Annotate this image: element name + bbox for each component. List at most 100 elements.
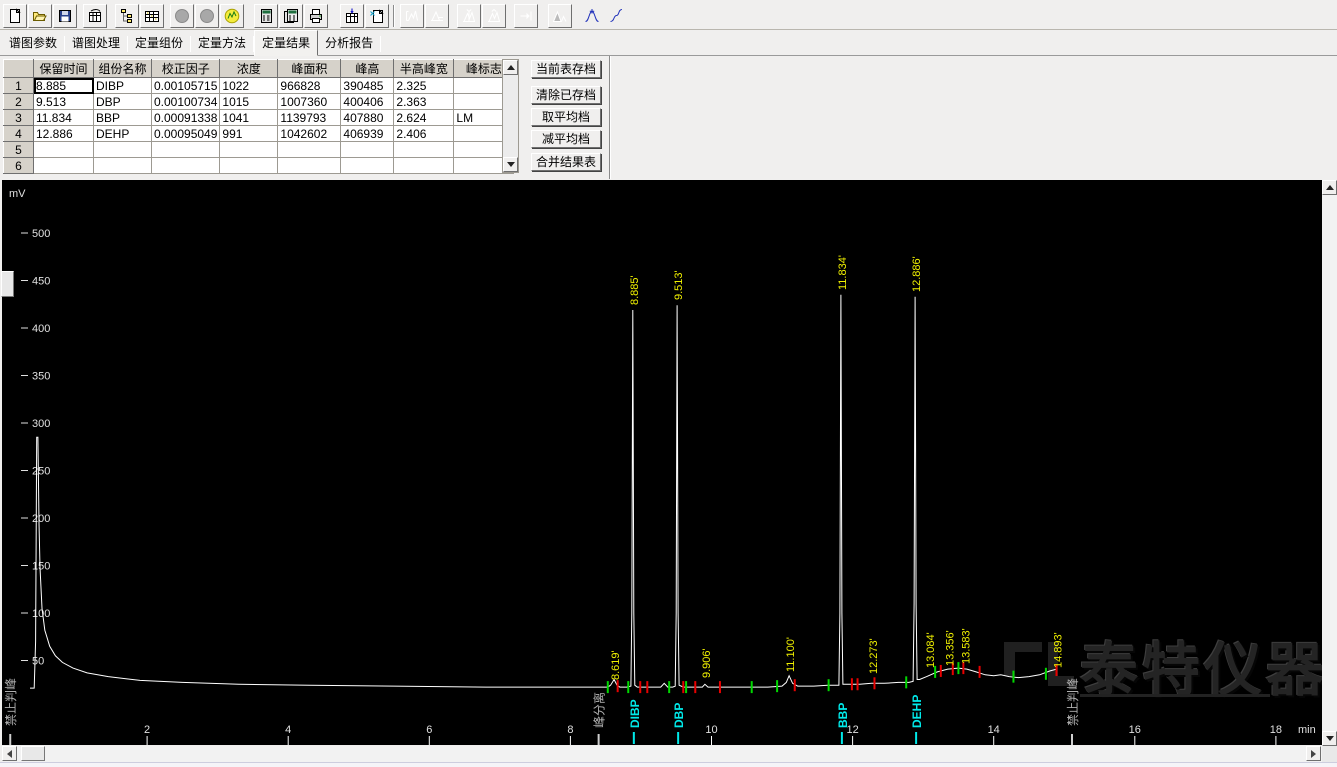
- cell-组份名称[interactable]: DIBP: [94, 78, 152, 94]
- cell-组份名称[interactable]: [94, 142, 152, 158]
- cell-校正因子[interactable]: [152, 158, 220, 174]
- row-number[interactable]: 5: [4, 142, 34, 158]
- plot-scroll-down-button[interactable]: [1322, 731, 1337, 746]
- tab-分析报告[interactable]: 分析报告: [318, 33, 380, 55]
- calc-result-button[interactable]: [254, 4, 278, 28]
- row-number[interactable]: 4: [4, 126, 34, 142]
- chromatogram-plot[interactable]: 泰特仪器泰特仪器泰特仪器mV50045040035030025020015010…: [2, 180, 1322, 745]
- plot-scroll-left-button[interactable]: [2, 746, 17, 761]
- cell-浓度[interactable]: [220, 142, 278, 158]
- cell-浓度[interactable]: 1041: [220, 110, 278, 126]
- cell-浓度[interactable]: [220, 158, 278, 174]
- table-scroll-up-button[interactable]: [503, 60, 518, 75]
- cell-组份名称[interactable]: BBP: [94, 110, 152, 126]
- save-file-button[interactable]: [53, 4, 77, 28]
- component-tree-button[interactable]: [115, 4, 139, 28]
- cell-保留时间[interactable]: 9.513: [34, 94, 94, 110]
- component-label-DEHP: DEHP: [910, 695, 924, 728]
- row-number[interactable]: 3: [4, 110, 34, 126]
- edit-note-button[interactable]: [365, 4, 389, 28]
- cell-半高峰宽[interactable]: [394, 158, 454, 174]
- cell-浓度[interactable]: 1022: [220, 78, 278, 94]
- cell-峰面积[interactable]: 1042602: [278, 126, 341, 142]
- cell-保留时间[interactable]: 8.885: [34, 78, 94, 94]
- cell-保留时间[interactable]: [34, 142, 94, 158]
- cell-峰高[interactable]: [341, 142, 394, 158]
- cell-保留时间[interactable]: 11.834: [34, 110, 94, 126]
- cell-峰高[interactable]: 407880: [341, 110, 394, 126]
- data-grid-button[interactable]: [140, 4, 164, 28]
- cell-峰面积[interactable]: 1139793: [278, 110, 341, 126]
- cell-峰面积[interactable]: 1007360: [278, 94, 341, 110]
- cell-峰面积[interactable]: [278, 158, 341, 174]
- cell-保留时间[interactable]: [34, 158, 94, 174]
- plot-vertical-scrollbar[interactable]: [1322, 180, 1337, 746]
- cell-校正因子[interactable]: 0.00091338: [152, 110, 220, 126]
- cell-峰面积[interactable]: 966828: [278, 78, 341, 94]
- cell-浓度[interactable]: 991: [220, 126, 278, 142]
- cell-半高峰宽[interactable]: 2.624: [394, 110, 454, 126]
- manual-peak-button-1[interactable]: [580, 4, 604, 28]
- open-file-button[interactable]: [28, 4, 52, 28]
- side-button-清除已存档[interactable]: 清除已存档: [531, 86, 601, 104]
- plot-vertical-scroll-thumb[interactable]: [1, 271, 14, 297]
- cell-组份名称[interactable]: DBP: [94, 94, 152, 110]
- new-file-button[interactable]: [3, 4, 27, 28]
- cell-组份名称[interactable]: DEHP: [94, 126, 152, 142]
- plot-horizontal-scrollbar[interactable]: [2, 746, 1322, 762]
- cell-峰高[interactable]: 390485: [341, 78, 394, 94]
- cell-峰高[interactable]: 406939: [341, 126, 394, 142]
- tab-定量组份[interactable]: 定量组份: [128, 33, 190, 55]
- side-button-取平均档[interactable]: 取平均档: [531, 108, 601, 126]
- manual-peak-button-2[interactable]: [605, 4, 629, 28]
- peak-merge-button[interactable]: [482, 4, 506, 28]
- baseline-line-button[interactable]: [425, 4, 449, 28]
- tab-谱图处理[interactable]: 谱图处理: [65, 33, 127, 55]
- record-gray-button-1[interactable]: [170, 4, 194, 28]
- cell-半高峰宽[interactable]: 2.363: [394, 94, 454, 110]
- row-number[interactable]: 6: [4, 158, 34, 174]
- cell-半高峰宽[interactable]: 2.406: [394, 126, 454, 142]
- column-header-峰高: 峰高: [341, 60, 394, 78]
- record-gray-button-2[interactable]: [195, 4, 219, 28]
- cell-半高峰宽[interactable]: 2.325: [394, 78, 454, 94]
- x-tick-label: 10: [705, 724, 717, 736]
- cell-峰面积[interactable]: [278, 142, 341, 158]
- side-button-减平均档[interactable]: 减平均档: [531, 130, 601, 148]
- cell-校正因子[interactable]: [152, 142, 220, 158]
- side-button-合并结果表[interactable]: 合并结果表: [531, 153, 601, 171]
- plot-horizontal-scroll-thumb[interactable]: [21, 746, 45, 761]
- plot-scroll-right-button[interactable]: [1306, 746, 1321, 761]
- side-button-当前表存档[interactable]: 当前表存档: [531, 60, 601, 78]
- peak-split-button[interactable]: [457, 4, 481, 28]
- cell-半高峰宽[interactable]: [394, 142, 454, 158]
- cell-峰高[interactable]: [341, 158, 394, 174]
- y-axis-unit: mV: [9, 188, 26, 200]
- cell-校正因子[interactable]: 0.00100734: [152, 94, 220, 110]
- cell-浓度[interactable]: 1015: [220, 94, 278, 110]
- cell-保留时间[interactable]: 12.886: [34, 126, 94, 142]
- report-button[interactable]: [83, 4, 107, 28]
- x-tick-label: 6: [426, 724, 432, 736]
- cell-组份名称[interactable]: [94, 158, 152, 174]
- tab-谱图参数[interactable]: 谱图参数: [2, 33, 64, 55]
- table-scroll-down-button[interactable]: [503, 157, 518, 172]
- print-button[interactable]: [304, 4, 328, 28]
- import-table-button[interactable]: [340, 4, 364, 28]
- acquire-run-button[interactable]: [220, 4, 244, 28]
- tab-定量结果[interactable]: 定量结果: [254, 30, 318, 56]
- cell-校正因子[interactable]: 0.00095049: [152, 126, 220, 142]
- calculator-icon: [258, 8, 274, 24]
- table-scrollbar[interactable]: [502, 59, 519, 173]
- calc-batch-button[interactable]: [279, 4, 303, 28]
- peak-area-button[interactable]: [548, 4, 572, 28]
- baseline-bracket-button[interactable]: [400, 4, 424, 28]
- cell-校正因子[interactable]: 0.00105715: [152, 78, 220, 94]
- plot-scroll-up-button[interactable]: [1322, 180, 1337, 195]
- tab-定量方法[interactable]: 定量方法: [191, 33, 253, 55]
- row-number[interactable]: 1: [4, 78, 34, 94]
- move-end-button[interactable]: [514, 4, 538, 28]
- row-number[interactable]: 2: [4, 94, 34, 110]
- chromatogram-canvas[interactable]: 泰特仪器泰特仪器泰特仪器mV50045040035030025020015010…: [2, 180, 1322, 745]
- cell-峰高[interactable]: 400406: [341, 94, 394, 110]
